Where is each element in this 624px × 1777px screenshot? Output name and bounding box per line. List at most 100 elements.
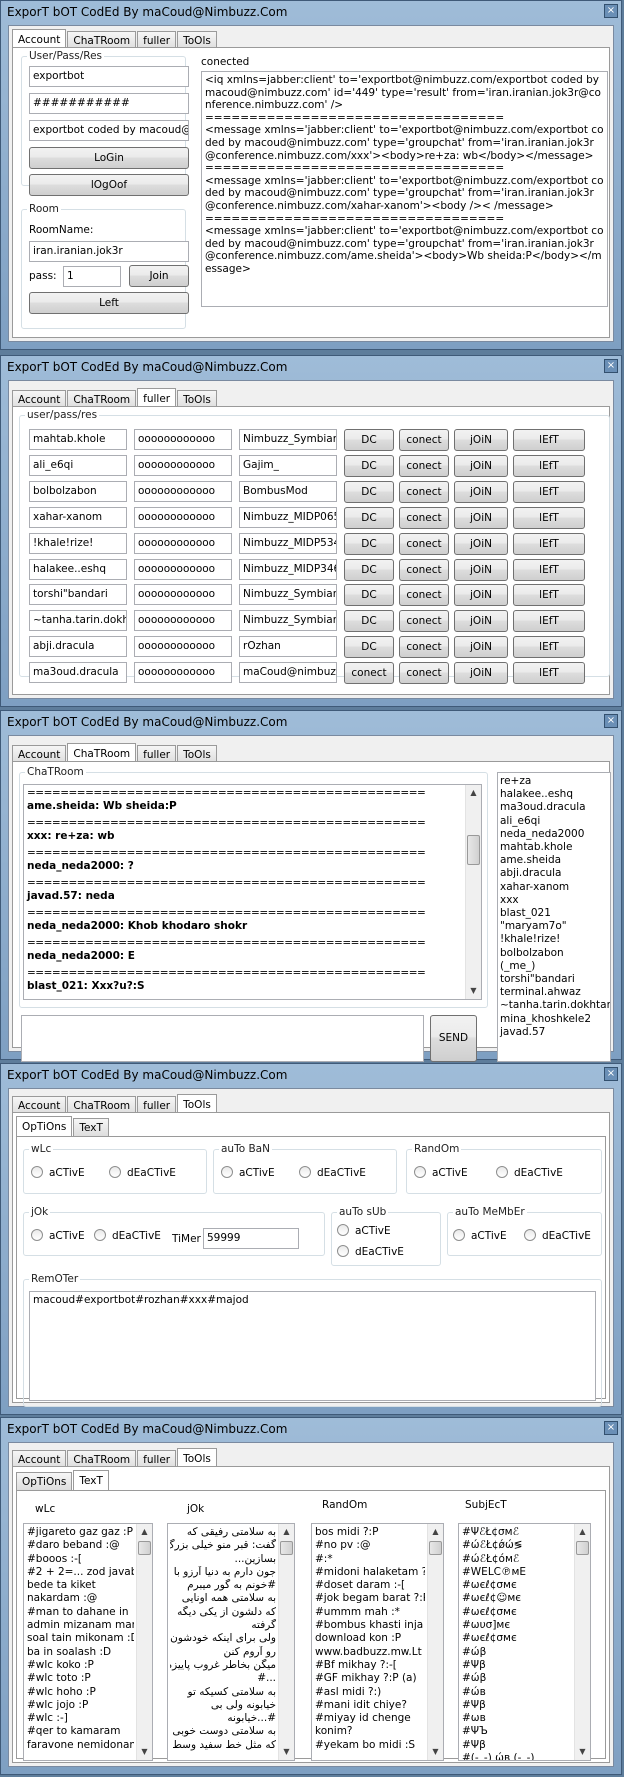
remoter-text[interactable]: macoud#exportbot#rozhan#xxx#majod <box>29 1291 596 1401</box>
random-deactive-radio[interactable]: dEaCTivE <box>496 1166 563 1179</box>
fuller-connect-button[interactable]: conect <box>399 558 449 581</box>
fuller-join-button[interactable]: jOiN <box>454 558 508 581</box>
close-icon[interactable]: × <box>604 1067 618 1081</box>
scroll-down-icon[interactable]: ▼ <box>428 1744 443 1760</box>
user-list-item[interactable]: "maryam7o" <box>500 920 608 933</box>
fuller-user-field[interactable]: bolbolzabon <box>29 480 127 502</box>
user-list-item[interactable]: xahar-xanom <box>500 881 608 894</box>
fuller-res-field[interactable]: Gajim_ <box>239 454 337 476</box>
jok-scrollbar[interactable]: ▲ ▼ <box>278 1524 294 1760</box>
fuller-connect-button[interactable]: conect <box>399 636 449 659</box>
close-icon[interactable]: × <box>604 4 618 18</box>
scroll-down-icon[interactable]: ▼ <box>279 1744 294 1760</box>
message-input[interactable] <box>21 1015 424 1062</box>
close-icon[interactable]: × <box>604 1421 618 1435</box>
scroll-thumb[interactable] <box>138 1541 151 1555</box>
fuller-pass-field[interactable]: oooooooooooo <box>134 454 232 476</box>
close-icon[interactable]: × <box>604 359 618 373</box>
username-field[interactable]: exportbot <box>29 66 189 87</box>
user-list-item[interactable]: !khale!rize! <box>500 933 608 946</box>
fuller-join-button[interactable]: jOiN <box>454 532 508 555</box>
title-bar[interactable]: ExporT bOT CodEd By maCoud@Nimbuzz.Com × <box>1 1418 621 1442</box>
user-list-item[interactable]: ma3oud.dracula <box>500 801 608 814</box>
fuller-pass-field[interactable]: oooooooooooo <box>134 636 232 658</box>
user-list-item[interactable]: ali_e6qi <box>500 815 608 828</box>
fuller-connect-button[interactable]: conect <box>399 662 449 685</box>
user-list-item[interactable]: xxx <box>500 894 608 907</box>
wlc-active-radio[interactable]: aCTivE <box>31 1166 85 1179</box>
fuller-dc-button[interactable]: DC <box>344 584 394 607</box>
user-list-item[interactable]: torshi"bandari <box>500 973 608 986</box>
fuller-user-field[interactable]: ali_e6qi <box>29 454 127 476</box>
random-active-radio[interactable]: aCTivE <box>414 1166 468 1179</box>
fuller-left-button[interactable]: lEfT <box>513 506 585 529</box>
scroll-up-icon[interactable]: ▲ <box>428 1524 443 1540</box>
chat-scrollbar[interactable]: ▲ ▼ <box>465 785 481 999</box>
fuller-left-button[interactable]: lEfT <box>513 662 585 685</box>
send-button[interactable]: SEND <box>430 1015 477 1062</box>
password-field[interactable]: ########### <box>29 93 189 114</box>
fuller-pass-field[interactable]: oooooooooooo <box>134 610 232 632</box>
fuller-left-button[interactable]: lEfT <box>513 558 585 581</box>
fuller-join-button[interactable]: jOiN <box>454 610 508 633</box>
fuller-dc-button[interactable]: DC <box>344 636 394 659</box>
user-list-item[interactable]: neda_neda2000 <box>500 828 608 841</box>
user-list-item[interactable]: halakee..eshq <box>500 788 608 801</box>
left-button[interactable]: Left <box>29 292 189 314</box>
fuller-user-field[interactable]: mahtab.khole <box>29 429 127 450</box>
login-button[interactable]: LoGin <box>29 147 189 169</box>
scroll-down-icon[interactable]: ▼ <box>466 983 481 999</box>
automember-deactive-radio[interactable]: dEaCTivE <box>524 1229 591 1242</box>
fuller-connect-button[interactable]: conect <box>399 454 449 477</box>
fuller-join-button[interactable]: jOiN <box>454 454 508 477</box>
scroll-thumb[interactable] <box>429 1541 442 1555</box>
title-bar[interactable]: ExporT bOT CodEd By maCoud@Nimbuzz.Com × <box>1 1064 621 1088</box>
fuller-dc-button[interactable]: DC <box>344 506 394 529</box>
random-textbox[interactable]: bos midi ?:P #no pv :@ #:* #midoni halaketa… <box>311 1523 444 1761</box>
resource-field[interactable]: exportbot coded by macoud@nimbuzz <box>29 120 189 141</box>
fuller-dc-button[interactable]: DC <box>344 480 394 503</box>
title-bar[interactable]: ExporT bOT CodEd By maCoud@Nimbuzz.Com × <box>1 1 621 25</box>
wlc-deactive-radio[interactable]: dEaCTivE <box>109 1166 176 1179</box>
fuller-left-button[interactable]: lEfT <box>513 584 585 607</box>
fuller-dc-button[interactable]: conect <box>344 662 394 685</box>
fuller-res-field[interactable]: maCoud@nimbuzz.c <box>239 662 337 684</box>
jok-active-radio[interactable]: aCTivE <box>31 1229 85 1242</box>
fuller-user-field[interactable]: !khale!rize! <box>29 532 127 554</box>
title-bar[interactable]: ExporT bOT CodEd By maCoud@Nimbuzz.Com × <box>1 356 621 380</box>
fuller-join-button[interactable]: jOiN <box>454 429 508 451</box>
fuller-dc-button[interactable]: DC <box>344 610 394 633</box>
user-list-item[interactable]: ~tanha.tarin.dokhtare.don <box>500 999 610 1012</box>
title-bar[interactable]: ExporT bOT CodEd By maCoud@Nimbuzz.Com × <box>1 711 621 735</box>
fuller-user-field[interactable]: halakee..eshq <box>29 558 127 580</box>
user-list-item[interactable]: mina_khoshkele2 <box>500 1013 608 1026</box>
user-list-item[interactable]: blast_021 <box>500 907 608 920</box>
user-list-item[interactable]: mahtab.khole <box>500 841 608 854</box>
timer-field[interactable]: 59999 <box>203 1228 299 1249</box>
fuller-left-button[interactable]: lEfT <box>513 636 585 659</box>
subtab-text[interactable]: TexT <box>73 1470 109 1492</box>
subject-scrollbar[interactable]: ▲ ▼ <box>574 1524 590 1760</box>
autosub-active-radio[interactable]: aCTivE <box>337 1224 391 1237</box>
logoff-button[interactable]: lOgOof <box>29 174 189 196</box>
fuller-dc-button[interactable]: DC <box>344 532 394 555</box>
autoban-deactive-radio[interactable]: dEaCTivE <box>299 1166 366 1179</box>
join-button[interactable]: Join <box>129 265 189 287</box>
fuller-user-field[interactable]: xahar-xanom <box>29 506 127 528</box>
fuller-left-button[interactable]: lEfT <box>513 454 585 477</box>
fuller-join-button[interactable]: jOiN <box>454 662 508 685</box>
subtab-text[interactable]: TexT <box>73 1118 109 1137</box>
wlc-textbox[interactable]: #jigareto gaz gaz :P #daro beband :@ #booo… <box>23 1523 153 1761</box>
chat-log[interactable]: ========================================… <box>23 784 482 1000</box>
fuller-res-field[interactable]: Nimbuzz_Symbian40 <box>239 584 337 606</box>
fuller-dc-button[interactable]: DC <box>344 454 394 477</box>
user-list[interactable]: re+za halakee..eshq ma3oud.dracula ali_e6qi… <box>497 772 611 1062</box>
random-scrollbar[interactable]: ▲ ▼ <box>427 1524 443 1760</box>
automember-active-radio[interactable]: aCTivE <box>453 1229 507 1242</box>
jok-textbox[interactable]: به سلامتی رفیقی که گفت: قبر منو خیلی بزرگ… <box>167 1523 295 1761</box>
autoban-active-radio[interactable]: aCTivE <box>221 1166 275 1179</box>
subtab-options[interactable]: OpTiOns <box>16 1116 73 1138</box>
fuller-left-button[interactable]: lEfT <box>513 610 585 633</box>
fuller-connect-button[interactable]: conect <box>399 429 449 451</box>
fuller-dc-button[interactable]: DC <box>344 558 394 581</box>
